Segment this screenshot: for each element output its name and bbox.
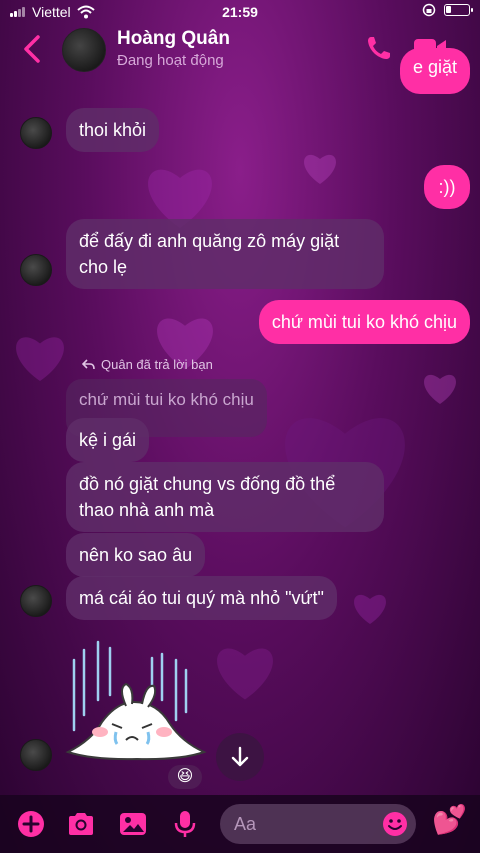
message-reaction[interactable]: 😆 — [168, 765, 202, 789]
message-input[interactable] — [234, 812, 364, 836]
message-received[interactable]: má cái áo tui quý mà nhỏ "vứt" — [66, 576, 337, 620]
plus-icon[interactable] — [16, 809, 46, 839]
reply-note-text: Quân đã trả lời bạn — [101, 357, 213, 372]
active-status: Đang hoạt động — [117, 52, 224, 69]
message-sent[interactable]: chứ mùi tui ko khó chịu — [258, 300, 470, 344]
contact-avatar-small — [20, 254, 52, 286]
camera-icon[interactable] — [66, 809, 96, 839]
message-sent[interactable]: e giặt — [399, 48, 470, 94]
hearts-icon[interactable]: 💕 — [432, 803, 467, 837]
background-heart — [304, 154, 336, 184]
emoji-icon[interactable] — [382, 811, 408, 837]
contact-avatar-small — [20, 585, 52, 617]
message-input-box[interactable] — [220, 804, 416, 844]
contact-avatar-small — [20, 739, 52, 771]
message-received[interactable]: nên ko sao âu — [66, 533, 206, 577]
message-received[interactable]: đồ nó giặt chung vs đống đồ thể thao nhà… — [66, 462, 384, 532]
arrow-down-icon — [231, 746, 249, 767]
background-heart — [217, 648, 273, 700]
contact-avatar-small — [20, 117, 52, 149]
contact-avatar[interactable] — [62, 28, 106, 72]
reply-icon — [82, 359, 95, 370]
background-heart — [354, 594, 386, 624]
message-received[interactable]: kệ i gái — [66, 418, 150, 462]
gallery-icon[interactable] — [118, 809, 148, 839]
scroll-down-button[interactable] — [216, 733, 264, 781]
contact-name[interactable]: Hoàng Quân — [117, 28, 230, 50]
message-sent[interactable]: :)) — [424, 165, 470, 209]
background-heart — [424, 374, 456, 404]
message-received[interactable]: thoi khỏi — [66, 108, 160, 152]
clock: 21:59 — [222, 4, 258, 20]
phone-icon[interactable] — [365, 34, 393, 62]
battery-icon — [444, 4, 473, 16]
background-heart — [16, 337, 64, 381]
orientation-lock-icon — [422, 3, 436, 17]
message-composer: 💕 — [0, 795, 480, 853]
status-bar: Viettel 21:59 — [0, 0, 480, 26]
crying-bunny-sticker[interactable] — [62, 640, 212, 766]
message-received[interactable]: để đấy đi anh quăng zô máy giặt cho lẹ — [66, 219, 384, 289]
reply-indicator: Quân đã trả lời bạn — [82, 357, 213, 372]
chevron-left-icon[interactable] — [20, 34, 44, 64]
microphone-icon[interactable] — [170, 809, 200, 839]
